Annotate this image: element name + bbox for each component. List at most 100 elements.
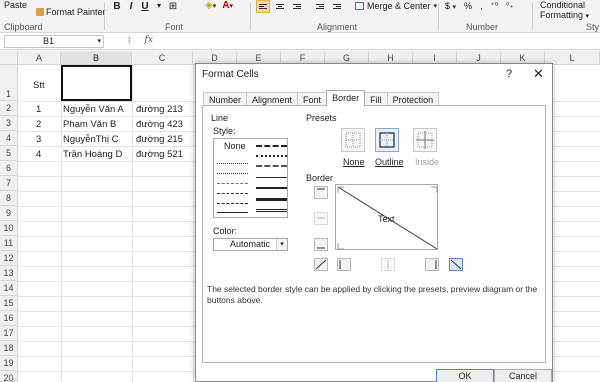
merge-center-button[interactable]: Merge & Center ▾	[355, 1, 437, 11]
row-header[interactable]: 19	[0, 356, 18, 371]
row-header[interactable]: 4	[0, 131, 18, 146]
fill-color-icon[interactable]: ◈▾	[205, 0, 216, 11]
row-header[interactable]: 13	[0, 266, 18, 281]
line-style-none[interactable]: None	[224, 141, 246, 151]
border-right-button[interactable]	[425, 258, 439, 271]
row-header[interactable]: 12	[0, 251, 18, 266]
border-middle-horizontal-button[interactable]	[314, 212, 328, 225]
line-style-option[interactable]	[256, 155, 287, 157]
underline-button[interactable]: U	[140, 1, 150, 12]
column-header[interactable]: B	[61, 51, 132, 65]
cell-name[interactable]: Phạm Văn B	[63, 119, 116, 130]
borders-button-icon[interactable]: ⊞	[168, 1, 178, 12]
line-style-option[interactable]	[217, 193, 248, 194]
conditional-formatting-button[interactable]: Conditional Formatting ▾	[540, 0, 589, 22]
line-style-list[interactable]: None	[213, 138, 288, 218]
increase-decimal-icon[interactable]: ⁺⁰	[491, 1, 498, 11]
preset-none-button[interactable]	[341, 128, 365, 152]
tab-alignment[interactable]: Alignment	[246, 92, 299, 106]
row-header[interactable]: 17	[0, 326, 18, 341]
border-middle-vertical-button[interactable]	[381, 258, 395, 271]
percent-button[interactable]: %	[464, 1, 472, 11]
tab-protection[interactable]: Protection	[386, 92, 440, 106]
row-header[interactable]: 11	[0, 236, 18, 251]
cell-stt[interactable]: 4	[36, 149, 41, 160]
align-left-button[interactable]	[256, 0, 270, 13]
currency-button[interactable]: $ ▾	[445, 1, 456, 11]
row-header[interactable]: 20	[0, 371, 18, 382]
underline-dropdown-icon[interactable]: ▾	[154, 1, 164, 12]
line-style-option[interactable]	[217, 183, 248, 184]
row-header[interactable]: 10	[0, 221, 18, 236]
column-header[interactable]: A	[18, 51, 61, 65]
border-diagonal-up-button[interactable]	[314, 258, 328, 271]
row-header[interactable]: 1	[0, 65, 18, 101]
row-header[interactable]: 9	[0, 206, 18, 221]
row-header[interactable]: 6	[0, 161, 18, 176]
cell-name[interactable]: Nguyễn Văn A	[63, 104, 124, 115]
row-header[interactable]: 8	[0, 191, 18, 206]
bold-button[interactable]: B	[112, 1, 122, 12]
cell-address[interactable]: đường 521	[136, 149, 183, 160]
column-header[interactable]: C	[132, 51, 193, 65]
format-painter-button[interactable]: Format Painter	[36, 7, 106, 17]
chevron-down-icon[interactable]: ▾	[276, 239, 287, 250]
color-dropdown[interactable]: Automatic ▾	[213, 238, 288, 251]
line-style-option[interactable]	[217, 212, 248, 213]
paste-button[interactable]: Paste	[4, 0, 27, 10]
ok-button[interactable]: OK	[436, 369, 494, 382]
border-top-button[interactable]	[314, 186, 328, 199]
cell-address[interactable]: đường 423	[136, 119, 183, 130]
italic-button[interactable]: I	[126, 1, 136, 12]
row-header[interactable]: 16	[0, 311, 18, 326]
border-bottom-button[interactable]	[314, 238, 328, 251]
row-header[interactable]: 7	[0, 176, 18, 191]
comma-button[interactable]: ,	[480, 1, 483, 11]
font-color-icon[interactable]: A▾	[222, 0, 233, 11]
row-header[interactable]: 15	[0, 296, 18, 311]
tab-font[interactable]: Font	[297, 92, 328, 106]
cell-stt[interactable]: 1	[36, 104, 41, 115]
align-center-button[interactable]	[273, 0, 287, 13]
cell-a1[interactable]: Stt	[33, 80, 45, 91]
cell-address[interactable]: đường 213	[136, 104, 183, 115]
preset-inside-button[interactable]	[413, 128, 437, 152]
increase-indent-button[interactable]	[330, 0, 344, 13]
help-button[interactable]: ?	[506, 68, 512, 80]
chevron-down-icon[interactable]: ▾	[97, 36, 101, 47]
line-style-option[interactable]	[256, 145, 287, 147]
border-left-button[interactable]	[337, 258, 351, 271]
cell-address[interactable]: đường 215	[136, 134, 183, 145]
line-style-option[interactable]	[256, 165, 287, 167]
row-header[interactable]: 5	[0, 146, 18, 161]
row-header[interactable]: 2	[0, 101, 18, 116]
tab-number[interactable]: Number	[203, 92, 248, 106]
line-style-option[interactable]	[256, 177, 287, 178]
insert-function-icon[interactable]: fx	[145, 35, 153, 45]
cell-name[interactable]: NguyễnThị C	[63, 134, 118, 145]
line-style-option[interactable]	[217, 173, 248, 174]
tab-border[interactable]: Border	[326, 90, 366, 106]
cancel-button[interactable]: Cancel	[494, 369, 552, 382]
line-style-option[interactable]	[217, 163, 248, 164]
border-diagonal-down-button[interactable]	[449, 258, 463, 271]
decrease-indent-button[interactable]	[313, 0, 327, 13]
close-icon[interactable]: ✕	[533, 66, 544, 82]
row-header[interactable]: 18	[0, 341, 18, 356]
cell-name[interactable]: Trần Hoàng D	[63, 149, 122, 160]
cell-stt[interactable]: 3	[36, 134, 41, 145]
line-style-option[interactable]	[256, 198, 287, 201]
row-header[interactable]: 3	[0, 116, 18, 131]
line-style-option[interactable]	[256, 187, 287, 189]
line-style-option[interactable]	[217, 203, 248, 204]
tab-fill[interactable]: Fill	[364, 92, 388, 106]
preset-outline-button[interactable]	[375, 128, 399, 152]
cell-stt[interactable]: 2	[36, 119, 41, 130]
name-box[interactable]: B1 ▾	[4, 35, 104, 48]
select-all-corner[interactable]	[0, 51, 18, 65]
column-header[interactable]: L	[545, 51, 600, 65]
selected-cell-b1[interactable]	[61, 65, 132, 101]
align-right-button[interactable]	[290, 0, 304, 13]
border-preview[interactable]: Text	[335, 184, 438, 250]
line-style-option[interactable]	[256, 209, 287, 212]
